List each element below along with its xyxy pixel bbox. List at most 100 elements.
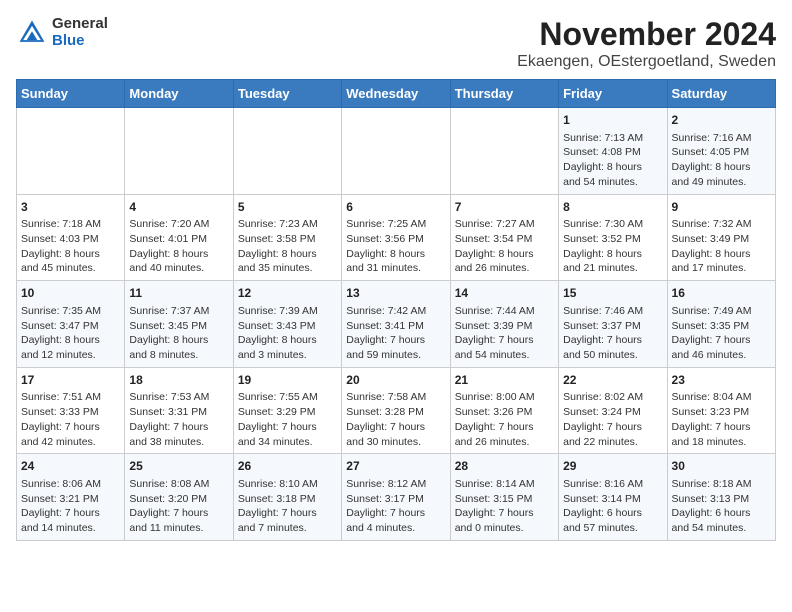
day-number: 8 [563, 199, 662, 216]
day-info: Sunrise: 8:10 AM Sunset: 3:18 PM Dayligh… [238, 477, 337, 536]
day-info: Sunrise: 8:04 AM Sunset: 3:23 PM Dayligh… [672, 390, 771, 449]
day-number: 2 [672, 112, 771, 129]
calendar-cell: 11 Sunrise: 7:37 AM Sunset: 3:45 PM Dayli… [125, 281, 233, 368]
calendar-cell: 29 Sunrise: 8:16 AM Sunset: 3:14 PM Dayli… [559, 454, 667, 541]
calendar-cell: 4Sunrise: 7:20 AM Sunset: 4:01 PM Daylig… [125, 194, 233, 281]
day-info: Sunrise: 7:27 AM Sunset: 3:54 PM Dayligh… [455, 217, 554, 276]
day-number: 12 [238, 285, 337, 302]
day-number: 27 [346, 458, 445, 475]
calendar-cell: 3Sunrise: 7:18 AM Sunset: 4:03 PM Daylig… [17, 194, 125, 281]
calendar-week-row: 10Sunrise: 7:35 AM Sunset: 3:47 PM Dayli… [17, 281, 776, 368]
day-info: Sunrise: 8:06 AM Sunset: 3:21 PM Dayligh… [21, 477, 120, 536]
day-info: Sunrise: 8:08 AM Sunset: 3:20 PM Dayligh… [129, 477, 228, 536]
calendar-cell: 25 Sunrise: 8:08 AM Sunset: 3:20 PM Dayli… [125, 454, 233, 541]
day-info: Sunrise: 7:53 AM Sunset: 3:31 PM Dayligh… [129, 390, 228, 449]
calendar-cell: 20Sunrise: 7:58 AM Sunset: 3:28 PM Dayli… [342, 367, 450, 454]
day-number: 18 [129, 372, 228, 389]
day-number: 13 [346, 285, 445, 302]
calendar-cell: 1 Sunrise: 7:13 AM Sunset: 4:08 PM Daylig… [559, 108, 667, 195]
calendar-cell: 8Sunrise: 7:30 AM Sunset: 3:52 PM Daylig… [559, 194, 667, 281]
day-info: Sunrise: 8:18 AM Sunset: 3:13 PM Dayligh… [672, 477, 771, 536]
day-number: 26 [238, 458, 337, 475]
day-info: Sunrise: 7:42 AM Sunset: 3:41 PM Dayligh… [346, 304, 445, 363]
day-info: Sunrise: 7:30 AM Sunset: 3:52 PM Dayligh… [563, 217, 662, 276]
day-info: Sunrise: 7:44 AM Sunset: 3:39 PM Dayligh… [455, 304, 554, 363]
day-info: Sunrise: 7:16 AM Sunset: 4:05 PM Dayligh… [672, 131, 771, 190]
logo-icon [16, 17, 48, 49]
day-info: Sunrise: 7:25 AM Sunset: 3:56 PM Dayligh… [346, 217, 445, 276]
calendar-week-row: 1 Sunrise: 7:13 AM Sunset: 4:08 PM Daylig… [17, 108, 776, 195]
day-info: Sunrise: 7:58 AM Sunset: 3:28 PM Dayligh… [346, 390, 445, 449]
calendar-cell: 2 Sunrise: 7:16 AM Sunset: 4:05 PM Daylig… [667, 108, 775, 195]
calendar-cell: 21Sunrise: 8:00 AM Sunset: 3:26 PM Dayli… [450, 367, 558, 454]
page-header: General Blue November 2024 Ekaengen, OEs… [16, 16, 776, 71]
day-info: Sunrise: 7:46 AM Sunset: 3:37 PM Dayligh… [563, 304, 662, 363]
day-info: Sunrise: 7:18 AM Sunset: 4:03 PM Dayligh… [21, 217, 120, 276]
day-number: 11 [129, 285, 228, 302]
day-number: 19 [238, 372, 337, 389]
calendar-cell: 23Sunrise: 8:04 AM Sunset: 3:23 PM Dayli… [667, 367, 775, 454]
calendar-cell: 9Sunrise: 7:32 AM Sunset: 3:49 PM Daylig… [667, 194, 775, 281]
logo: General Blue [16, 16, 108, 49]
calendar-week-row: 24Sunrise: 8:06 AM Sunset: 3:21 PM Dayli… [17, 454, 776, 541]
day-number: 6 [346, 199, 445, 216]
calendar-cell: 14Sunrise: 7:44 AM Sunset: 3:39 PM Dayli… [450, 281, 558, 368]
day-info: Sunrise: 7:39 AM Sunset: 3:43 PM Dayligh… [238, 304, 337, 363]
day-info: Sunrise: 7:37 AM Sunset: 3:45 PM Dayligh… [129, 304, 228, 363]
day-info: Sunrise: 7:13 AM Sunset: 4:08 PM Dayligh… [563, 131, 662, 190]
day-number: 28 [455, 458, 554, 475]
calendar-table: SundayMondayTuesdayWednesdayThursdayFrid… [16, 79, 776, 541]
weekday-header-thursday: Thursday [450, 80, 558, 108]
day-number: 30 [672, 458, 771, 475]
page-title: November 2024 [517, 16, 776, 53]
weekday-header-friday: Friday [559, 80, 667, 108]
calendar-cell: 28 Sunrise: 8:14 AM Sunset: 3:15 PM Dayli… [450, 454, 558, 541]
day-info: Sunrise: 7:20 AM Sunset: 4:01 PM Dayligh… [129, 217, 228, 276]
day-number: 29 [563, 458, 662, 475]
calendar-cell [17, 108, 125, 195]
page-subtitle: Ekaengen, OEstergoetland, Sweden [517, 53, 776, 71]
day-number: 4 [129, 199, 228, 216]
day-number: 22 [563, 372, 662, 389]
day-number: 17 [21, 372, 120, 389]
day-info: Sunrise: 8:16 AM Sunset: 3:14 PM Dayligh… [563, 477, 662, 536]
calendar-cell: 12 Sunrise: 7:39 AM Sunset: 3:43 PM Dayli… [233, 281, 341, 368]
calendar-week-row: 17Sunrise: 7:51 AM Sunset: 3:33 PM Dayli… [17, 367, 776, 454]
title-block: November 2024 Ekaengen, OEstergoetland, … [517, 16, 776, 71]
calendar-cell: 22Sunrise: 8:02 AM Sunset: 3:24 PM Dayli… [559, 367, 667, 454]
calendar-cell: 27 Sunrise: 8:12 AM Sunset: 3:17 PM Dayli… [342, 454, 450, 541]
calendar-cell: 10Sunrise: 7:35 AM Sunset: 3:47 PM Dayli… [17, 281, 125, 368]
calendar-cell: 17Sunrise: 7:51 AM Sunset: 3:33 PM Dayli… [17, 367, 125, 454]
day-number: 25 [129, 458, 228, 475]
day-info: Sunrise: 7:35 AM Sunset: 3:47 PM Dayligh… [21, 304, 120, 363]
calendar-cell [233, 108, 341, 195]
calendar-cell: 24Sunrise: 8:06 AM Sunset: 3:21 PM Dayli… [17, 454, 125, 541]
day-info: Sunrise: 8:12 AM Sunset: 3:17 PM Dayligh… [346, 477, 445, 536]
calendar-cell: 15 Sunrise: 7:46 AM Sunset: 3:37 PM Dayli… [559, 281, 667, 368]
day-info: Sunrise: 8:14 AM Sunset: 3:15 PM Dayligh… [455, 477, 554, 536]
calendar-cell: 30 Sunrise: 8:18 AM Sunset: 3:13 PM Dayli… [667, 454, 775, 541]
day-info: Sunrise: 8:02 AM Sunset: 3:24 PM Dayligh… [563, 390, 662, 449]
day-number: 21 [455, 372, 554, 389]
calendar-cell: 7Sunrise: 7:27 AM Sunset: 3:54 PM Daylig… [450, 194, 558, 281]
calendar-cell: 16Sunrise: 7:49 AM Sunset: 3:35 PM Dayli… [667, 281, 775, 368]
day-number: 16 [672, 285, 771, 302]
calendar-cell: 5Sunrise: 7:23 AM Sunset: 3:58 PM Daylig… [233, 194, 341, 281]
logo-blue-text: Blue [52, 33, 108, 50]
day-number: 9 [672, 199, 771, 216]
logo-text: General Blue [52, 16, 108, 49]
calendar-week-row: 3Sunrise: 7:18 AM Sunset: 4:03 PM Daylig… [17, 194, 776, 281]
day-info: Sunrise: 8:00 AM Sunset: 3:26 PM Dayligh… [455, 390, 554, 449]
weekday-header-tuesday: Tuesday [233, 80, 341, 108]
weekday-header-sunday: Sunday [17, 80, 125, 108]
weekday-header-wednesday: Wednesday [342, 80, 450, 108]
day-number: 3 [21, 199, 120, 216]
day-number: 20 [346, 372, 445, 389]
calendar-cell [125, 108, 233, 195]
day-number: 1 [563, 112, 662, 129]
calendar-header-row: SundayMondayTuesdayWednesdayThursdayFrid… [17, 80, 776, 108]
day-info: Sunrise: 7:51 AM Sunset: 3:33 PM Dayligh… [21, 390, 120, 449]
calendar-cell: 18Sunrise: 7:53 AM Sunset: 3:31 PM Dayli… [125, 367, 233, 454]
day-number: 15 [563, 285, 662, 302]
weekday-header-saturday: Saturday [667, 80, 775, 108]
